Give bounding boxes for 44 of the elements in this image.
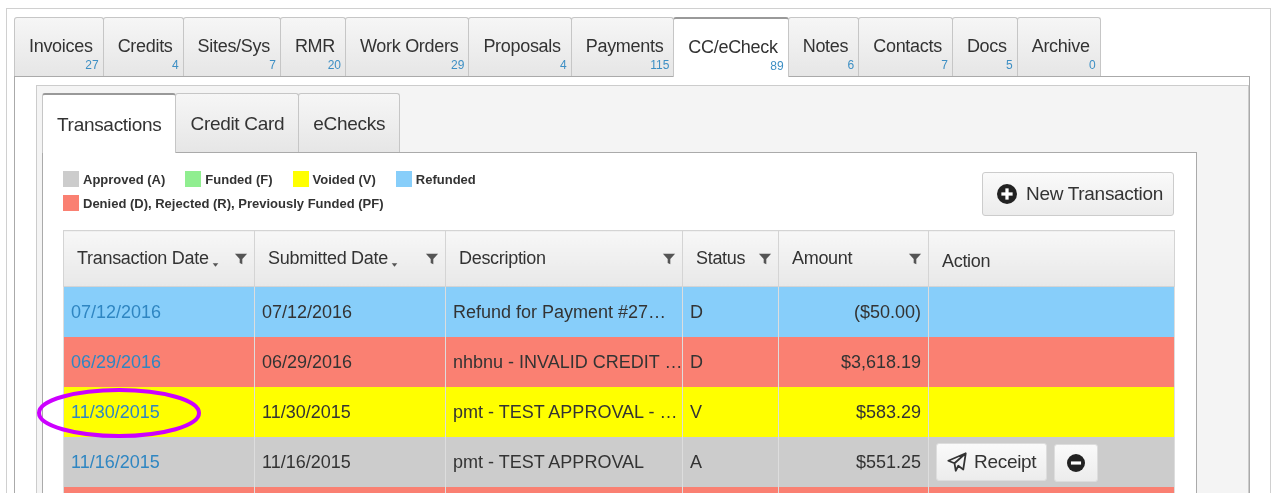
tab[interactable]: Sites/Sys 7 [182,17,281,76]
column-header[interactable]: Action [928,230,1175,287]
tab-count: 0 [1088,58,1096,72]
column-header[interactable]: Amount [778,230,929,287]
tab-count: 4 [171,58,179,72]
tab-count: 29 [451,58,465,72]
receipt-button[interactable]: Receipt [936,442,1048,481]
remove-button[interactable] [1054,443,1099,482]
tab[interactable]: RMR 20 [279,17,346,76]
legend-label: Funded (F) [205,171,273,187]
tab-count: 27 [85,58,99,72]
tab[interactable]: Transactions [42,93,177,153]
legend-label: Approved (A) [83,171,166,187]
tab[interactable]: Credits 4 [102,17,184,76]
tab-count: 89 [770,59,784,73]
column-header[interactable]: Submitted Date [254,230,446,287]
tab-count: 20 [327,58,341,72]
tab[interactable]: Notes 6 [787,17,860,76]
tab-count: 7 [941,58,948,72]
column-header[interactable]: Transaction Date [63,230,255,287]
tab[interactable]: CC/eCheck 89 [673,17,789,77]
column-header[interactable]: Status [682,230,779,287]
paper-plane-icon [947,451,967,472]
tab[interactable]: Credit Card [175,93,300,152]
tab[interactable]: Payments 115 [570,17,675,76]
tab[interactable]: Archive 0 [1016,17,1101,76]
tab-count: 7 [269,58,276,72]
minus-circle-icon [1067,453,1086,472]
tab-count: 4 [560,58,567,72]
tab[interactable]: Work Orders 29 [345,17,470,76]
plus-circle-icon [997,184,1017,204]
new-transaction-button[interactable]: New Transaction [982,172,1174,216]
tab[interactable]: Invoices 27 [14,17,104,76]
tab[interactable]: Contacts 7 [858,17,953,76]
legend-label: Refunded [415,171,476,187]
tab-count: 6 [847,58,855,72]
legend-label: Denied (D), Rejected (R), Previously Funded (PF) [83,195,384,211]
column-header[interactable]: Description [445,230,683,287]
tab[interactable]: eChecks [298,93,401,152]
tab-count: 115 [650,58,670,72]
tab[interactable]: Proposals 4 [468,17,572,76]
tab-count: 5 [1006,58,1013,72]
legend-label: Voided (V) [312,171,376,187]
tab[interactable]: Docs 5 [951,17,1018,76]
